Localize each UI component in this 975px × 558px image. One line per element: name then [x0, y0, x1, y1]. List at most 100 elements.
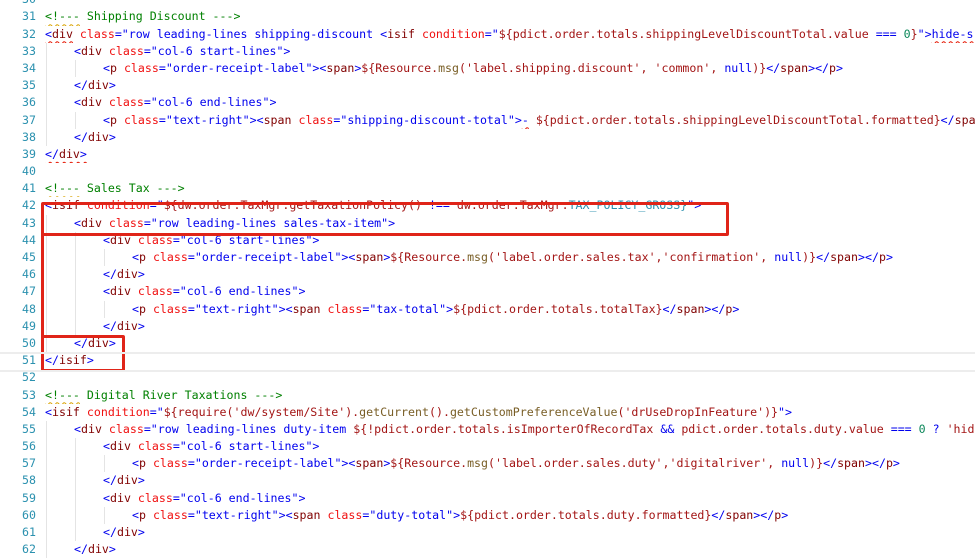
code-text[interactable]: </div>	[40, 146, 975, 163]
line-number[interactable]: 48	[0, 301, 40, 318]
line-number[interactable]: 43	[0, 215, 40, 232]
code-line[interactable]: 50</div>	[0, 335, 975, 352]
line-number[interactable]: 35	[0, 77, 40, 94]
line-number[interactable]: 54	[0, 404, 40, 421]
line-number[interactable]: 37	[0, 112, 40, 129]
code-line[interactable]: 62</div>	[0, 541, 975, 558]
code-line[interactable]: 31<!--- Shipping Discount --->	[0, 8, 975, 25]
code-line[interactable]: 46</div>	[0, 266, 975, 283]
code-text[interactable]: <div class="row leading-lines sales-tax-…	[40, 215, 975, 232]
code-line[interactable]: 35</div>	[0, 77, 975, 94]
syntax-token: <	[74, 216, 81, 230]
code-text[interactable]: <p class="text-right"><span class="tax-t…	[40, 301, 975, 318]
line-number[interactable]: 30	[0, 0, 40, 8]
line-number[interactable]: 59	[0, 490, 40, 507]
code-line[interactable]: 51</isif>	[0, 352, 975, 369]
code-text[interactable]: </div>	[40, 77, 975, 94]
line-number[interactable]: 49	[0, 318, 40, 335]
line-number[interactable]: 40	[0, 163, 40, 180]
code-text[interactable]: <div class="col-6 end-lines">	[40, 94, 975, 111]
code-text[interactable]: </div>	[40, 524, 975, 541]
line-number[interactable]: 32	[0, 26, 40, 43]
line-number[interactable]: 31	[0, 8, 40, 25]
code-line[interactable]: 48<p class="text-right"><span class="tax…	[0, 301, 975, 318]
line-number[interactable]: 46	[0, 266, 40, 283]
code-text[interactable]: <div class="row leading-lines shipping-d…	[40, 26, 975, 43]
code-line[interactable]: 36<div class="col-6 end-lines">	[0, 94, 975, 111]
code-text[interactable]: <div class="row leading-lines duty-item …	[40, 421, 975, 438]
line-number[interactable]: 51	[0, 352, 40, 369]
code-text[interactable]: </div>	[40, 541, 975, 558]
code-line[interactable]: 45<p class="order-receipt-label"><span>$…	[0, 249, 975, 266]
code-line[interactable]: 44<div class="col-6 start-lines">	[0, 232, 975, 249]
line-number[interactable]: 47	[0, 283, 40, 300]
code-line[interactable]: 54<isif condition="${require('dw/system/…	[0, 404, 975, 421]
line-number[interactable]: 44	[0, 232, 40, 249]
code-text[interactable]: <div class="col-6 start-lines">	[40, 232, 975, 249]
line-number[interactable]: 60	[0, 507, 40, 524]
code-line[interactable]: 49</div>	[0, 318, 975, 335]
line-number[interactable]: 42	[0, 197, 40, 214]
syntax-token: ${dw.order.TaxMgr.	[164, 198, 290, 212]
code-line[interactable]: 56<div class="col-6 start-lines">	[0, 438, 975, 455]
code-line[interactable]: 53<!--- Digital River Taxations --->	[0, 387, 975, 404]
code-line[interactable]: 47<div class="col-6 end-lines">	[0, 283, 975, 300]
code-text[interactable]: <isif condition="${require('dw/system/Si…	[40, 404, 975, 421]
code-line[interactable]: 32<div class="row leading-lines shipping…	[0, 26, 975, 43]
code-line[interactable]: 39</div>	[0, 146, 975, 163]
code-text[interactable]: <p class="text-right"><span class="shipp…	[40, 112, 975, 129]
code-line[interactable]: 33<div class="col-6 start-lines">	[0, 43, 975, 60]
line-number[interactable]: 38	[0, 129, 40, 146]
line-number[interactable]: 61	[0, 524, 40, 541]
code-line[interactable]: 61</div>	[0, 524, 975, 541]
line-number[interactable]: 41	[0, 180, 40, 197]
code-line[interactable]: 30	[0, 0, 975, 8]
line-number[interactable]: 33	[0, 43, 40, 60]
line-number[interactable]: 58	[0, 472, 40, 489]
code-line[interactable]: 41<!--- Sales Tax --->	[0, 180, 975, 197]
line-number[interactable]: 57	[0, 455, 40, 472]
code-line[interactable]: 43<div class="row leading-lines sales-ta…	[0, 215, 975, 232]
code-line[interactable]: 59<div class="col-6 end-lines">	[0, 490, 975, 507]
code-line[interactable]: 42<isif condition="${dw.order.TaxMgr.get…	[0, 197, 975, 214]
code-text[interactable]: <div class="col-6 end-lines">	[40, 283, 975, 300]
line-number[interactable]: 45	[0, 249, 40, 266]
code-line[interactable]: 34<p class="order-receipt-label"><span>$…	[0, 60, 975, 77]
code-text[interactable]: </div>	[40, 472, 975, 489]
line-number[interactable]: 55	[0, 421, 40, 438]
code-text[interactable]: </div>	[40, 318, 975, 335]
line-number[interactable]: 53	[0, 387, 40, 404]
code-text[interactable]: </div>	[40, 266, 975, 283]
line-number[interactable]: 34	[0, 60, 40, 77]
line-number[interactable]: 62	[0, 541, 40, 558]
code-text[interactable]: <div class="col-6 start-lines">	[40, 438, 975, 455]
syntax-token: <	[74, 95, 81, 109]
code-line[interactable]: 38</div>	[0, 129, 975, 146]
code-line[interactable]: 60<p class="text-right"><span class="dut…	[0, 507, 975, 524]
code-line[interactable]: 58</div>	[0, 472, 975, 489]
code-text[interactable]: <p class="order-receipt-label"><span>${R…	[40, 60, 975, 77]
code-line[interactable]: 40	[0, 163, 975, 180]
code-text[interactable]	[40, 0, 975, 8]
code-text[interactable]: <p class="text-right"><span class="duty-…	[40, 507, 975, 524]
code-text[interactable]: <div class="col-6 start-lines">	[40, 43, 975, 60]
code-text[interactable]: <div class="col-6 end-lines">	[40, 490, 975, 507]
code-text[interactable]: <!--- Sales Tax --->	[40, 180, 975, 197]
code-text[interactable]: <p class="order-receipt-label"><span>${R…	[40, 455, 975, 472]
code-text[interactable]: <p class="order-receipt-label"><span>${R…	[40, 249, 975, 266]
line-number[interactable]: 56	[0, 438, 40, 455]
code-text[interactable]: </div>	[40, 129, 975, 146]
code-text[interactable]: <isif condition="${dw.order.TaxMgr.getTa…	[40, 197, 975, 214]
line-number[interactable]: 50	[0, 335, 40, 352]
code-editor[interactable]: 3031<!--- Shipping Discount --->32<div c…	[0, 0, 975, 558]
line-number[interactable]: 36	[0, 94, 40, 111]
code-line[interactable]: 57<p class="order-receipt-label"><span>$…	[0, 455, 975, 472]
code-text[interactable]: </isif>	[40, 352, 975, 369]
code-line[interactable]: 37<p class="text-right"><span class="shi…	[0, 112, 975, 129]
code-line[interactable]: 55<div class="row leading-lines duty-ite…	[0, 421, 975, 438]
line-number[interactable]: 39	[0, 146, 40, 163]
code-text[interactable]: <!--- Shipping Discount --->	[40, 8, 975, 25]
code-text[interactable]: <!--- Digital River Taxations --->	[40, 387, 975, 404]
code-text[interactable]	[40, 163, 975, 180]
code-text[interactable]: </div>	[40, 335, 975, 352]
